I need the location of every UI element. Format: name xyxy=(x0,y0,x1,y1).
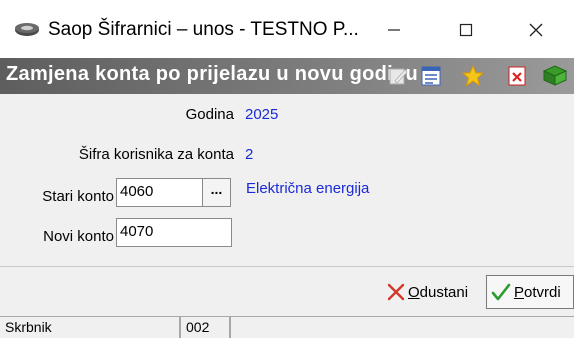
cancel-mnemonic: O xyxy=(408,283,420,301)
maximize-icon xyxy=(459,23,473,37)
form-title: Zamjena konta po prijelazu u novu godinu xyxy=(6,63,418,85)
delete-icon xyxy=(508,66,526,86)
godina-label: Godina xyxy=(185,106,234,123)
edit-button[interactable] xyxy=(384,61,414,91)
window-titlebar: Saop Šifrarnici – unos - TESTNO P... xyxy=(0,0,574,58)
checkmark-icon xyxy=(491,283,511,301)
star-icon xyxy=(461,64,485,87)
list-icon xyxy=(421,66,441,86)
stari-konto-description: Električna energija xyxy=(246,180,370,197)
edit-icon xyxy=(389,68,408,85)
app-icon xyxy=(12,20,42,38)
status-bar: Skrbnik 002 xyxy=(0,316,574,338)
confirm-label: otvrdi xyxy=(524,283,561,301)
button-bar: Odustani Potvrdi xyxy=(0,267,574,313)
cancel-x-icon xyxy=(387,283,405,301)
stari-konto-input[interactable]: 4060 xyxy=(116,178,203,207)
book-button[interactable] xyxy=(540,61,570,91)
close-icon xyxy=(529,23,543,37)
godina-value: 2025 xyxy=(245,106,279,123)
close-button[interactable] xyxy=(516,14,556,46)
status-user: Skrbnik xyxy=(0,316,180,338)
status-code: 002 xyxy=(180,316,230,338)
sifra-korisnika-value: 2 xyxy=(245,146,254,163)
minimize-icon xyxy=(388,29,400,31)
confirm-mnemonic: P xyxy=(514,283,525,301)
novi-konto-input[interactable]: 4070 xyxy=(116,218,232,247)
cancel-button[interactable]: Odustani xyxy=(386,275,482,309)
cancel-label: dustani xyxy=(419,283,469,301)
stari-konto-lookup-button[interactable]: ... xyxy=(202,178,231,207)
favorite-button[interactable] xyxy=(458,61,488,91)
window-title: Saop Šifrarnici – unos - TESTNO P... xyxy=(48,19,359,40)
stari-konto-label: Stari konto xyxy=(42,188,114,205)
minimize-button[interactable] xyxy=(374,14,414,46)
novi-konto-label: Novi konto xyxy=(43,228,114,245)
list-button[interactable] xyxy=(416,61,446,91)
delete-button[interactable] xyxy=(502,61,532,91)
form-header: Zamjena konta po prijelazu u novu godinu xyxy=(0,58,574,94)
confirm-button[interactable]: Potvrdi xyxy=(486,275,574,309)
book-icon xyxy=(542,65,568,86)
status-extra xyxy=(230,316,574,338)
maximize-button[interactable] xyxy=(446,14,486,46)
sifra-korisnika-label: Šifra korisnika za konta xyxy=(78,146,234,163)
